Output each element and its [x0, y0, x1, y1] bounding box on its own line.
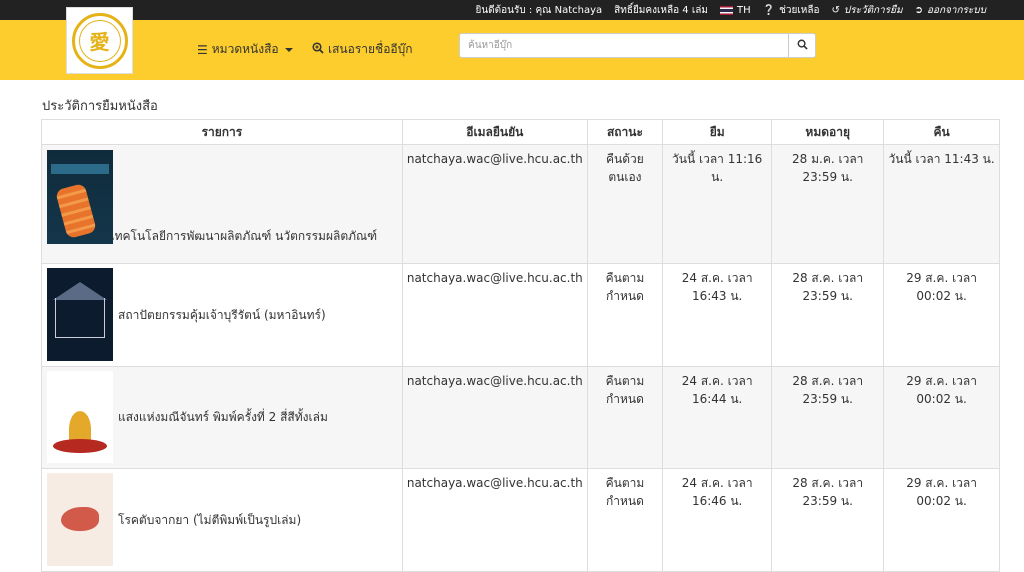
logout-link[interactable]: ➲ ออกจากระบบ: [915, 3, 986, 18]
borrow-date-cell: 24 ส.ค. เวลา 16:46 น.: [662, 468, 773, 572]
book-entry[interactable]: หลักการทางเทคโนโลยีการพัฒนาผลิตภัณฑ์ นวั…: [47, 149, 397, 245]
page-title: ประวัติการยืมหนังสือ: [42, 99, 158, 114]
logo-emblem: 愛: [78, 19, 121, 62]
return-date-cell: 29 ส.ค. เวลา 00:02 น.: [883, 468, 1000, 572]
language-switch[interactable]: TH: [719, 4, 751, 16]
university-logo[interactable]: 愛: [66, 7, 133, 74]
return-date-cell: 29 ส.ค. เวลา 00:02 น.: [883, 366, 1000, 469]
book-cover-image[interactable]: [47, 473, 113, 566]
search-button[interactable]: [788, 33, 816, 58]
status-cell: คืนตามกำหนด: [586, 468, 664, 572]
caret-down-icon: [284, 47, 293, 52]
column-header: อีเมลยืนยัน: [401, 119, 588, 145]
help-link[interactable]: ❔ ช่วยเหลือ: [763, 3, 820, 18]
status-cell: คืนด้วยตนเอง: [586, 144, 664, 264]
book-entry[interactable]: แสงแห่งมณีจันทร์ พิมพ์ครั้งที่ 2 สี่สีทั…: [47, 371, 397, 463]
book-cover-image[interactable]: [47, 150, 113, 244]
column-header: หมดอายุ: [771, 119, 885, 145]
book-entry[interactable]: โรคตับจากยา (ไม่ตีพิมพ์เป็นรูปเล่ม): [47, 473, 397, 566]
column-header: คืน: [883, 119, 1000, 145]
book-cell: สถาปัตยกรรมคุ้มเจ้าบุรีรัตน์ (มหาอินทร์): [41, 263, 403, 367]
column-header: สถานะ: [586, 119, 664, 145]
suggest-ebook-link[interactable]: เสนอรายชื่ออีบุ๊ก: [312, 40, 413, 59]
borrow-date-cell: 24 ส.ค. เวลา 16:43 น.: [662, 263, 773, 367]
search-bar: [459, 33, 816, 58]
borrow-date-cell: 24 ส.ค. เวลา 16:44 น.: [662, 366, 773, 469]
book-title[interactable]: สถาปัตยกรรมคุ้มเจ้าบุรีรัตน์ (มหาอินทร์): [118, 306, 397, 324]
table-header-row: รายการ อีเมลยืนยัน สถานะ ยืม หมดอายุ คืน: [41, 119, 1000, 145]
column-header: ยืม: [662, 119, 773, 145]
status-cell: คืนตามกำหนด: [586, 263, 664, 367]
column-header: รายการ: [41, 119, 403, 145]
expire-date-cell: 28 ส.ค. เวลา 23:59 น.: [771, 468, 885, 572]
help-label: ช่วยเหลือ: [779, 4, 820, 16]
categories-menu[interactable]: ☰ หมวดหนังสือ: [197, 40, 293, 59]
thai-flag-icon: [719, 5, 733, 15]
book-title[interactable]: โรคตับจากยา (ไม่ตีพิมพ์เป็นรูปเล่ม): [118, 511, 397, 529]
email-cell: natchaya.wac@live.hcu.ac.th: [401, 144, 588, 264]
expire-date-cell: 28 ส.ค. เวลา 23:59 น.: [771, 366, 885, 469]
expire-date-cell: 28 ม.ค. เวลา 23:59 น.: [771, 144, 885, 264]
book-entry[interactable]: สถาปัตยกรรมคุ้มเจ้าบุรีรัตน์ (มหาอินทร์): [47, 268, 397, 361]
suggest-ebook-label: เสนอรายชื่ออีบุ๊ก: [328, 42, 413, 56]
main-header: 愛 ☰ หมวดหนังสือ เสนอรายชื่ออีบุ๊ก: [0, 7, 1024, 80]
borrow-quota-text: สิทธิ์ยืมคงเหลือ 4 เล่ม: [614, 4, 708, 16]
book-cell: โรคตับจากยา (ไม่ตีพิมพ์เป็นรูปเล่ม): [41, 468, 403, 572]
expire-date-cell: 28 ส.ค. เวลา 23:59 น.: [771, 263, 885, 367]
return-date-cell: 29 ส.ค. เวลา 00:02 น.: [883, 263, 1000, 367]
book-cell: แสงแห่งมณีจันทร์ พิมพ์ครั้งที่ 2 สี่สีทั…: [41, 366, 403, 469]
welcome-text: ยินดีต้อนรับ : คุณ Natchaya: [475, 4, 603, 16]
book-cell: หลักการทางเทคโนโลยีการพัฒนาผลิตภัณฑ์ นวั…: [41, 144, 403, 264]
table-row: โรคตับจากยา (ไม่ตีพิมพ์เป็นรูปเล่ม) natc…: [41, 468, 1000, 572]
table-row: สถาปัตยกรรมคุ้มเจ้าบุรีรัตน์ (มหาอินทร์)…: [41, 263, 1000, 367]
logout-label: ออกจากระบบ: [926, 4, 986, 16]
table-row: หลักการทางเทคโนโลยีการพัฒนาผลิตภัณฑ์ นวั…: [41, 144, 1000, 264]
logo-ring: 愛: [71, 12, 128, 69]
return-date-cell: วันนี้ เวลา 11:43 น.: [883, 144, 1000, 264]
sign-out-icon: ➲: [914, 4, 923, 16]
email-cell: natchaya.wac@live.hcu.ac.th: [401, 366, 588, 469]
borrow-history-table: รายการ อีเมลยืนยัน สถานะ ยืม หมดอายุ คืน…: [41, 119, 1000, 572]
top-bar: ยินดีต้อนรับ : คุณ Natchaya สิทธิ์ยืมคงเ…: [0, 0, 1024, 20]
email-cell: natchaya.wac@live.hcu.ac.th: [401, 468, 588, 572]
email-cell: natchaya.wac@live.hcu.ac.th: [401, 263, 588, 367]
search-icon: [797, 38, 808, 53]
status-cell: คืนตามกำหนด: [586, 366, 664, 469]
categories-label: หมวดหนังสือ: [211, 42, 279, 56]
book-title[interactable]: แสงแห่งมณีจันทร์ พิมพ์ครั้งที่ 2 สี่สีทั…: [118, 408, 397, 426]
list-icon: ☰: [197, 42, 208, 57]
table-row: แสงแห่งมณีจันทร์ พิมพ์ครั้งที่ 2 สี่สีทั…: [41, 366, 1000, 469]
history-icon: ↺: [831, 4, 840, 16]
search-plus-icon: [312, 42, 324, 57]
question-circle-icon: ❔: [762, 4, 776, 16]
borrow-history-label: ประวัติการยืม: [843, 4, 903, 16]
book-cover-image[interactable]: [47, 268, 113, 361]
borrow-history-link[interactable]: ↺ ประวัติการยืม: [831, 3, 902, 18]
borrow-date-cell: วันนี้ เวลา 11:16 น.: [662, 144, 773, 264]
language-label: TH: [736, 4, 751, 16]
search-input[interactable]: [459, 33, 788, 58]
book-cover-image[interactable]: [47, 371, 113, 463]
